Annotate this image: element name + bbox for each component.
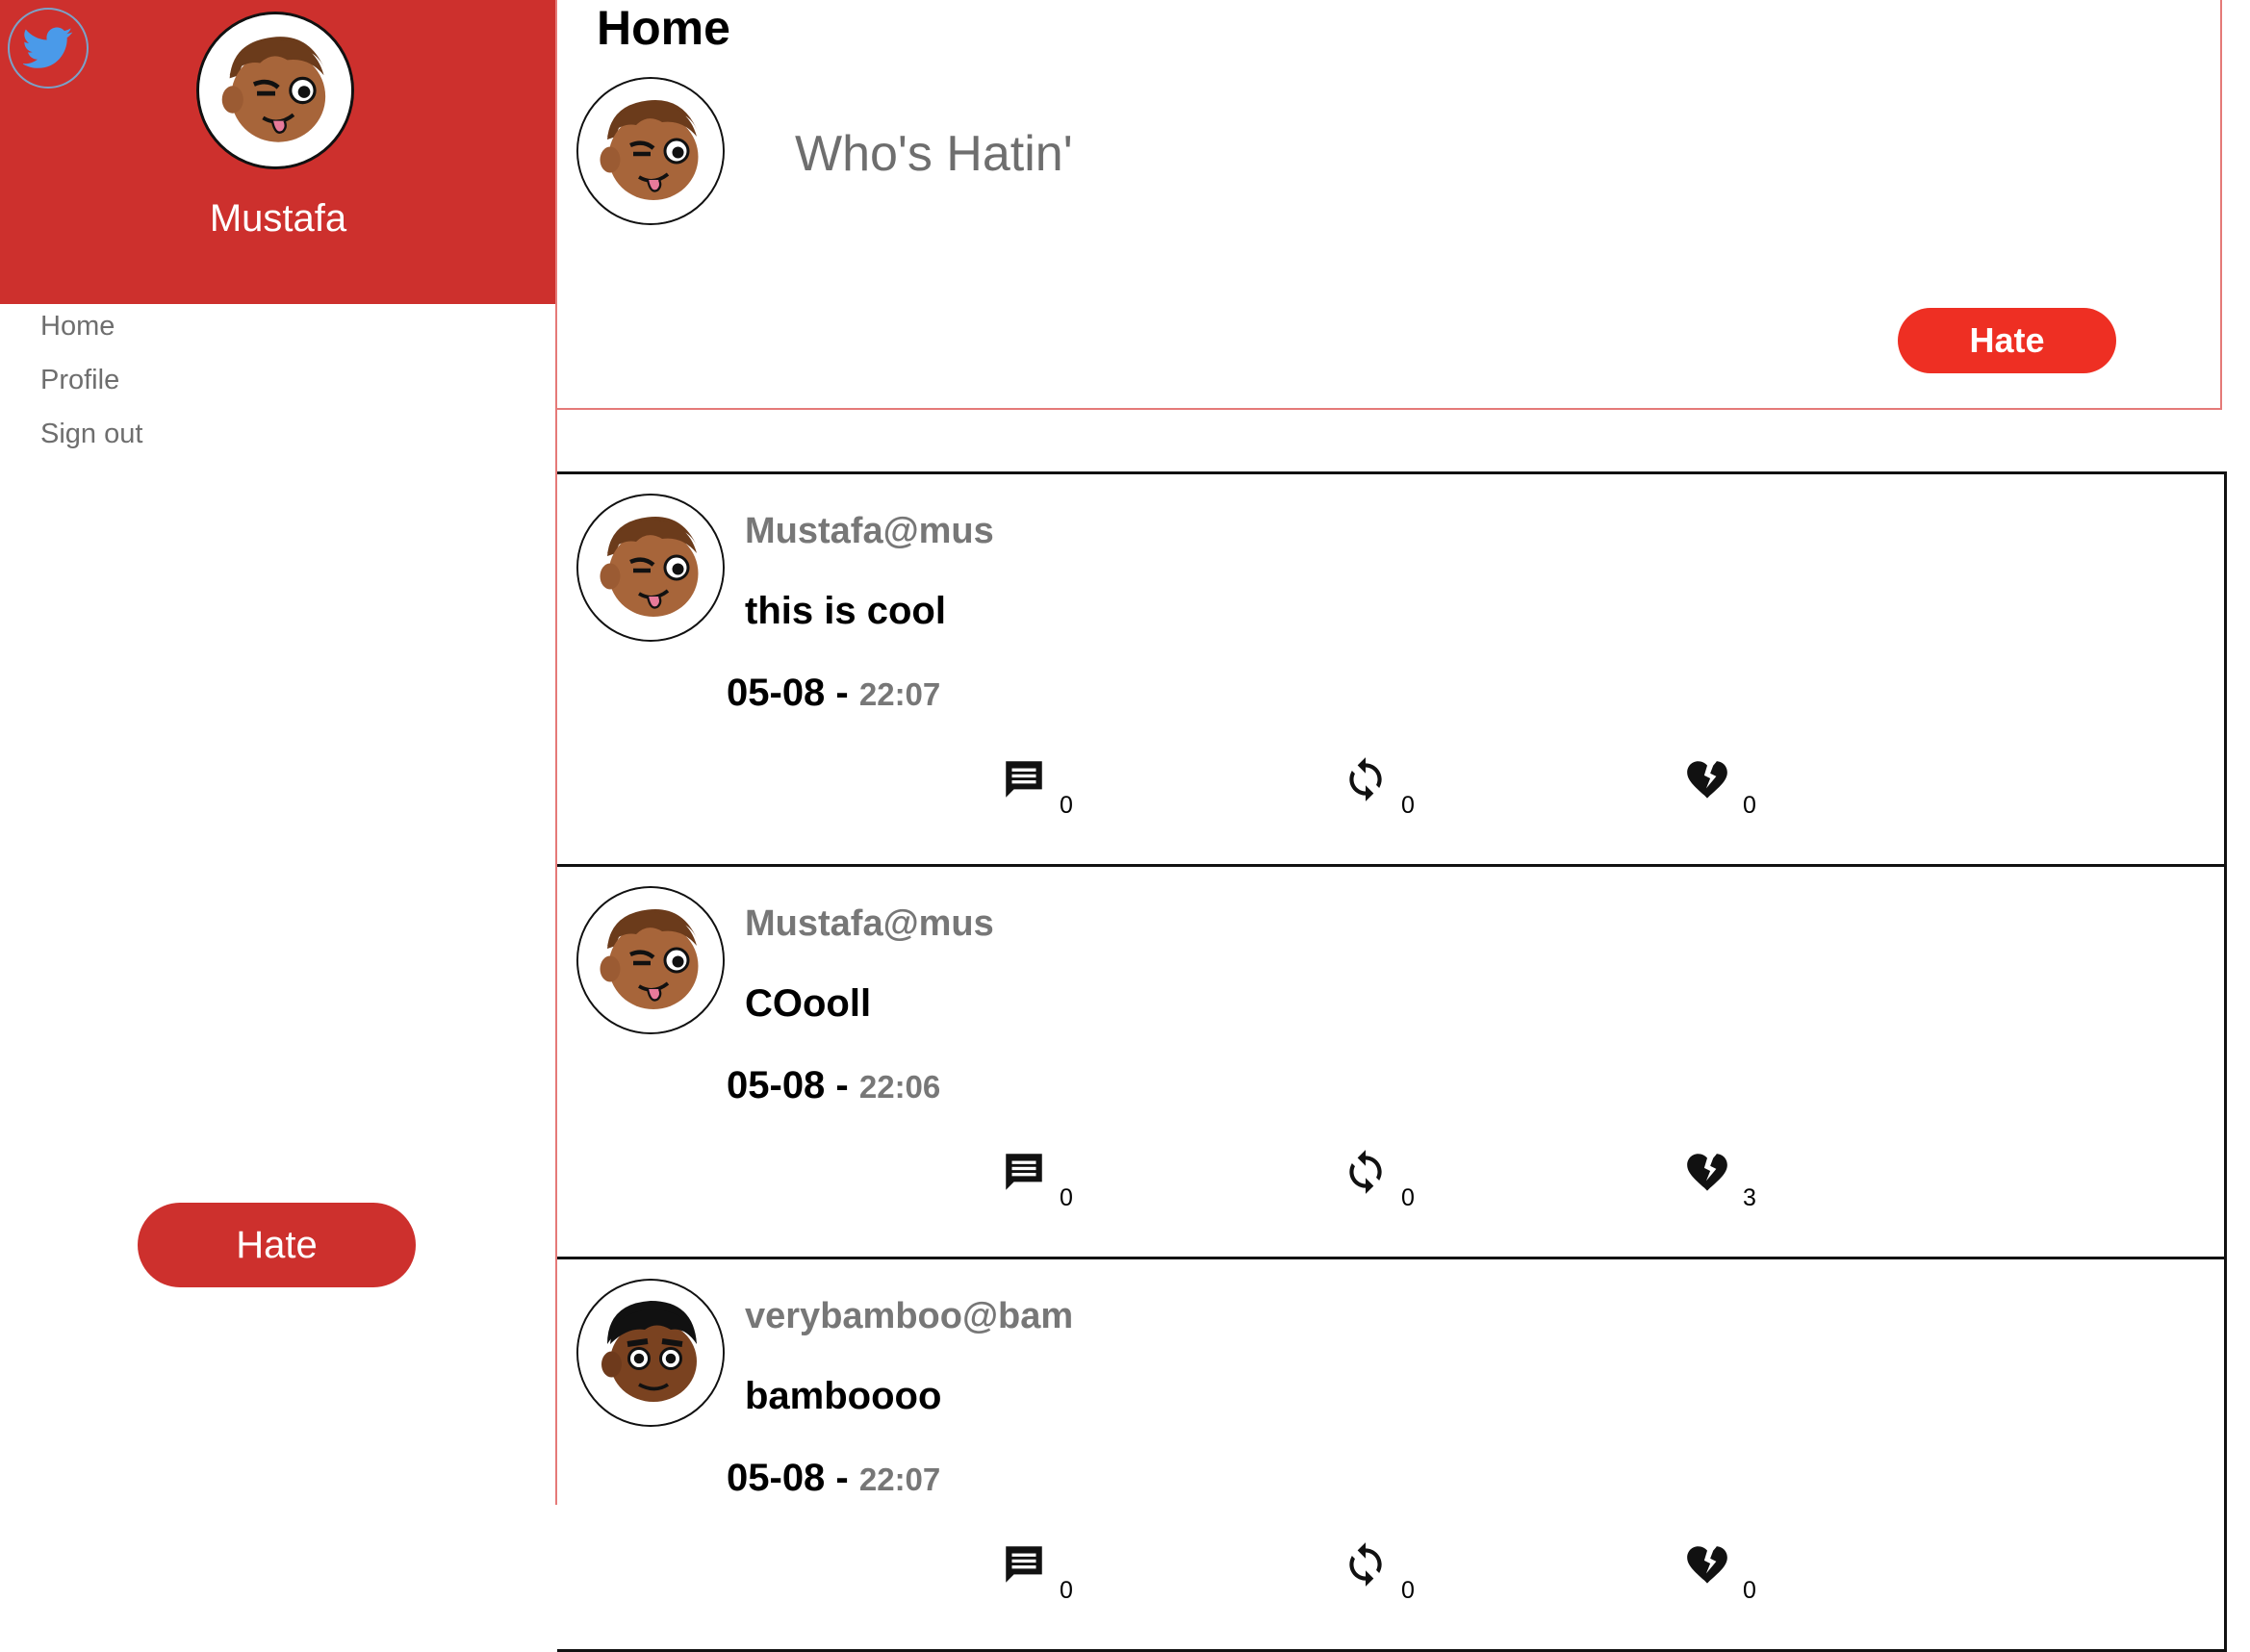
sidebar: Mustafa Home Profile Sign out Hate bbox=[0, 0, 556, 1505]
repeat-icon bbox=[1342, 1540, 1390, 1588]
sidebar-hate-button[interactable]: Hate bbox=[138, 1203, 416, 1287]
post-author[interactable]: Mustafa@mus bbox=[745, 903, 994, 945]
compose-avatar bbox=[576, 77, 725, 225]
profile-name: Mustafa bbox=[209, 197, 347, 240]
post-time: 22:07 bbox=[858, 676, 941, 712]
sidebar-nav: Home Profile Sign out bbox=[40, 304, 142, 466]
compose-box: Home Hate bbox=[557, 0, 2222, 410]
post-text: this is cool bbox=[745, 590, 946, 632]
comment-action[interactable]: 0 bbox=[1000, 755, 1073, 820]
comment-icon bbox=[1000, 1148, 1048, 1196]
compose-hate-button[interactable]: Hate bbox=[1898, 308, 2116, 373]
comment-action[interactable]: 0 bbox=[1000, 1540, 1073, 1605]
comment-count: 0 bbox=[1060, 1184, 1073, 1211]
repeat-icon bbox=[1342, 1148, 1390, 1196]
post-avatar[interactable] bbox=[576, 1279, 725, 1427]
nav-profile[interactable]: Profile bbox=[40, 358, 142, 412]
rehate-action[interactable]: 0 bbox=[1342, 1148, 1415, 1212]
nav-sign-out[interactable]: Sign out bbox=[40, 412, 142, 466]
comment-icon bbox=[1000, 755, 1048, 803]
feed: Mustafa@mus this is cool 05-08 - 22:07 0… bbox=[557, 471, 2227, 1652]
post-date: 05-08 bbox=[727, 672, 826, 714]
broken-heart-icon bbox=[1683, 1540, 1731, 1588]
rehate-count: 0 bbox=[1401, 1577, 1415, 1604]
post-timestamp: 05-08 - 22:07 bbox=[727, 1457, 941, 1499]
post[interactable]: verybamboo@bam bamboooo 05-08 - 22:07 0 … bbox=[557, 1257, 2227, 1652]
hate-count: 0 bbox=[1743, 792, 1756, 819]
page-title: Home bbox=[597, 1, 730, 55]
broken-heart-icon bbox=[1683, 755, 1731, 803]
post-text: COooll bbox=[745, 982, 872, 1025]
hate-action[interactable]: 0 bbox=[1683, 755, 1756, 820]
comment-icon bbox=[1000, 1540, 1048, 1588]
post[interactable]: Mustafa@mus COooll 05-08 - 22:06 0 0 3 bbox=[557, 864, 2227, 1259]
rehate-action[interactable]: 0 bbox=[1342, 1540, 1415, 1605]
hate-count: 0 bbox=[1743, 1577, 1756, 1604]
bird-logo-icon[interactable] bbox=[8, 8, 89, 89]
repeat-icon bbox=[1342, 755, 1390, 803]
comment-count: 0 bbox=[1060, 1577, 1073, 1604]
post-author[interactable]: Mustafa@mus bbox=[745, 511, 994, 552]
profile-avatar[interactable] bbox=[196, 12, 354, 169]
post-time: 22:06 bbox=[858, 1069, 941, 1105]
hate-action[interactable]: 3 bbox=[1683, 1148, 1756, 1212]
rehate-action[interactable]: 0 bbox=[1342, 755, 1415, 820]
post-timestamp: 05-08 - 22:06 bbox=[727, 1064, 941, 1106]
sidebar-profile-header: Mustafa bbox=[0, 0, 556, 304]
post-time: 22:07 bbox=[858, 1461, 941, 1497]
post-timestamp: 05-08 - 22:07 bbox=[727, 672, 941, 714]
post-avatar[interactable] bbox=[576, 494, 725, 642]
post[interactable]: Mustafa@mus this is cool 05-08 - 22:07 0… bbox=[557, 471, 2227, 867]
post-date: 05-08 bbox=[727, 1457, 826, 1499]
rehate-count: 0 bbox=[1401, 1184, 1415, 1211]
post-date: 05-08 bbox=[727, 1064, 826, 1106]
comment-count: 0 bbox=[1060, 792, 1073, 819]
hate-action[interactable]: 0 bbox=[1683, 1540, 1756, 1605]
comment-action[interactable]: 0 bbox=[1000, 1148, 1073, 1212]
main-content: Home Hate Mustafa@mus this is cool 05-08… bbox=[555, 0, 2250, 1652]
compose-input[interactable] bbox=[793, 115, 2044, 192]
nav-home[interactable]: Home bbox=[40, 304, 142, 358]
rehate-count: 0 bbox=[1401, 792, 1415, 819]
broken-heart-icon bbox=[1683, 1148, 1731, 1196]
post-avatar[interactable] bbox=[576, 886, 725, 1034]
hate-count: 3 bbox=[1743, 1184, 1756, 1211]
post-text: bamboooo bbox=[745, 1375, 942, 1417]
post-author[interactable]: verybamboo@bam bbox=[745, 1296, 1073, 1337]
